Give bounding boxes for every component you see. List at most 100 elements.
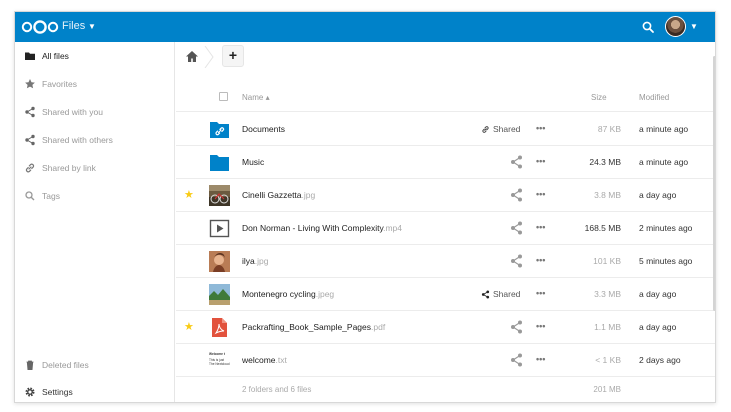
file-name[interactable]: ilya.jpg bbox=[242, 256, 268, 266]
sidebar-item-label: Favorites bbox=[42, 79, 77, 89]
files-window: Files ▼ ▼ All files Favorites Shared wit… bbox=[14, 11, 716, 403]
table-row[interactable]: ★ Cinelli Gazzetta.jpg ••• 3.8 MB a day … bbox=[176, 179, 715, 212]
sidebar-item-label: All files bbox=[42, 51, 69, 61]
file-modified: a day ago bbox=[639, 289, 677, 299]
file-name[interactable]: Music bbox=[242, 157, 264, 167]
share-icon[interactable] bbox=[506, 154, 526, 170]
file-list-area: + Name ▴ Size Modified Documents Shared … bbox=[176, 42, 715, 402]
shared-folder-icon bbox=[209, 119, 230, 140]
image-thumbnail bbox=[209, 185, 230, 206]
new-file-button[interactable]: + bbox=[222, 45, 244, 67]
column-modified-header[interactable]: Modified bbox=[639, 93, 669, 102]
file-name[interactable]: welcome.txt bbox=[242, 355, 287, 365]
sidebar-item-label: Settings bbox=[42, 387, 73, 397]
share-icon bbox=[481, 290, 490, 298]
share-icon bbox=[25, 134, 35, 146]
favorite-star-icon[interactable]: ★ bbox=[184, 189, 194, 201]
table-row[interactable]: Documents Shared ••• 87 KB a minute ago bbox=[176, 113, 715, 146]
more-actions-icon[interactable]: ••• bbox=[536, 156, 545, 166]
top-header: Files ▼ ▼ bbox=[15, 12, 715, 42]
table-row[interactable]: ★ Packrafting_Book_Sample_Pages.pdf ••• … bbox=[176, 311, 715, 344]
scrollbar[interactable] bbox=[713, 56, 715, 311]
search-icon[interactable] bbox=[641, 20, 655, 34]
sidebar-item-deleted-files[interactable]: Deleted files bbox=[15, 351, 175, 379]
file-modified: a day ago bbox=[639, 322, 677, 332]
sidebar-item-label: Tags bbox=[42, 191, 60, 201]
file-size: < 1 KB bbox=[595, 355, 621, 365]
file-size: 24.3 MB bbox=[589, 157, 621, 167]
more-actions-icon[interactable]: ••• bbox=[536, 189, 545, 199]
gear-icon bbox=[25, 387, 35, 397]
text-file-preview: Welcome t This is just The Nextcloud bbox=[209, 352, 230, 366]
more-actions-icon[interactable]: ••• bbox=[536, 123, 545, 133]
file-modified: a minute ago bbox=[639, 124, 689, 134]
more-actions-icon[interactable]: ••• bbox=[536, 354, 545, 364]
user-menu-caret-icon[interactable]: ▼ bbox=[690, 22, 698, 31]
file-name[interactable]: Packrafting_Book_Sample_Pages.pdf bbox=[242, 322, 385, 332]
sidebar-item-label: Shared with you bbox=[42, 107, 103, 117]
select-all-checkbox[interactable] bbox=[219, 92, 228, 101]
more-actions-icon[interactable]: ••• bbox=[536, 222, 545, 232]
folder-icon bbox=[209, 152, 230, 173]
sidebar-item-tags[interactable]: Tags bbox=[15, 182, 175, 210]
favorite-star-icon[interactable]: ★ bbox=[184, 321, 194, 333]
summary-count: 2 folders and 6 files bbox=[242, 385, 312, 394]
nextcloud-logo-icon[interactable] bbox=[21, 20, 59, 34]
file-size: 87 KB bbox=[597, 124, 621, 134]
share-icon[interactable] bbox=[506, 352, 526, 368]
sidebar-item-shared-by-link[interactable]: Shared by link bbox=[15, 154, 175, 182]
file-list-summary: 2 folders and 6 files 201 MB bbox=[176, 376, 715, 402]
more-actions-icon[interactable]: ••• bbox=[536, 288, 545, 298]
app-name[interactable]: Files bbox=[62, 20, 85, 32]
home-icon[interactable] bbox=[185, 50, 199, 63]
table-row[interactable]: Don Norman - Living With Complexity.mp4 … bbox=[176, 212, 715, 245]
star-icon bbox=[25, 79, 35, 89]
share-icon[interactable] bbox=[506, 253, 526, 269]
sidebar-item-shared-with-others[interactable]: Shared with others bbox=[15, 126, 175, 154]
breadcrumb-separator-icon bbox=[204, 46, 214, 68]
share-icon[interactable] bbox=[506, 187, 526, 203]
file-name[interactable]: Montenegro cycling.jpeg bbox=[242, 289, 334, 299]
shared-status[interactable]: Shared bbox=[481, 122, 520, 136]
sidebar-item-settings[interactable]: Settings bbox=[15, 378, 175, 402]
share-icon[interactable] bbox=[506, 319, 526, 335]
sidebar-item-shared-with-you[interactable]: Shared with you bbox=[15, 98, 175, 126]
sidebar-item-label: Deleted files bbox=[42, 360, 89, 370]
file-size: 1.1 MB bbox=[594, 322, 621, 332]
more-actions-icon[interactable]: ••• bbox=[536, 321, 545, 331]
file-name[interactable]: Don Norman - Living With Complexity.mp4 bbox=[242, 223, 402, 233]
user-avatar[interactable] bbox=[665, 16, 686, 37]
tag-icon bbox=[25, 191, 35, 201]
trash-icon bbox=[26, 360, 34, 370]
file-name[interactable]: Cinelli Gazzetta.jpg bbox=[242, 190, 315, 200]
sidebar-item-all-files[interactable]: All files bbox=[15, 42, 175, 70]
table-row[interactable]: Welcome t This is just The Nextcloud wel… bbox=[176, 344, 715, 377]
file-name[interactable]: Documents bbox=[242, 124, 285, 134]
file-size: 3.3 MB bbox=[594, 289, 621, 299]
column-size-header[interactable]: Size bbox=[591, 93, 607, 102]
file-size: 101 KB bbox=[593, 256, 621, 266]
sidebar: All files Favorites Shared with you Shar… bbox=[15, 42, 175, 402]
file-size: 3.8 MB bbox=[594, 190, 621, 200]
column-name-header[interactable]: Name ▴ bbox=[242, 93, 270, 102]
file-modified: 2 minutes ago bbox=[639, 223, 693, 233]
link-icon bbox=[482, 125, 489, 133]
file-modified: 5 minutes ago bbox=[639, 256, 693, 266]
pdf-file-icon bbox=[209, 317, 230, 338]
link-icon bbox=[25, 163, 35, 173]
sidebar-item-favorites[interactable]: Favorites bbox=[15, 70, 175, 98]
video-file-icon bbox=[209, 218, 230, 239]
shared-status[interactable]: Shared bbox=[481, 287, 520, 301]
table-row[interactable]: ilya.jpg ••• 101 KB 5 minutes ago bbox=[176, 245, 715, 278]
sidebar-item-label: Shared with others bbox=[42, 135, 113, 145]
sidebar-item-label: Shared by link bbox=[42, 163, 96, 173]
table-row[interactable]: Music ••• 24.3 MB a minute ago bbox=[176, 146, 715, 179]
folder-icon bbox=[25, 52, 35, 60]
more-actions-icon[interactable]: ••• bbox=[536, 255, 545, 265]
image-thumbnail bbox=[209, 251, 230, 272]
share-icon[interactable] bbox=[506, 220, 526, 236]
table-row[interactable]: Montenegro cycling.jpeg Shared ••• 3.3 M… bbox=[176, 278, 715, 311]
file-size: 168.5 MB bbox=[584, 223, 621, 233]
breadcrumb: + bbox=[176, 42, 715, 72]
app-menu-caret-icon[interactable]: ▼ bbox=[88, 22, 96, 31]
